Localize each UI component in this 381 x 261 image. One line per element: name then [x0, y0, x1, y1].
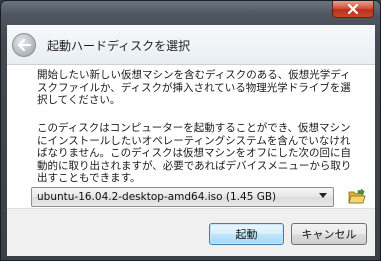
start-button[interactable]: 起動 — [209, 223, 284, 245]
dialog-content: 開始したい新しい仮想マシンを含むディスクのある、仮想光学ディスクファイルか、ディ… — [7, 65, 375, 208]
disk-select-value: ubuntu-16.04.2-desktop-amd64.iso (1.45 G… — [37, 191, 277, 203]
close-button[interactable] — [332, 1, 374, 18]
back-arrow-icon — [17, 39, 31, 51]
choose-disk-file-button[interactable] — [348, 188, 366, 206]
info-text: このディスクはコンピューターを起動することができ、仮想マシンにインストールしたい… — [37, 122, 352, 184]
cancel-button[interactable]: キャンセル — [291, 223, 367, 245]
dialog-title: 起動ハードディスクを選択 — [47, 39, 191, 53]
disk-select[interactable]: ubuntu-16.04.2-desktop-amd64.iso (1.45 G… — [31, 187, 334, 207]
back-button[interactable] — [12, 33, 36, 57]
close-icon — [347, 4, 359, 14]
instruction-text: 開始したい新しい仮想マシンを含むディスクのある、仮想光学ディスクファイルか、ディ… — [37, 69, 351, 106]
dropdown-arrow-icon — [319, 193, 327, 198]
dialog-window: 起動ハードディスクを選択 開始したい新しい仮想マシンを含むディスクのある、仮想光… — [0, 0, 381, 261]
dialog-footer: 起動 キャンセル — [7, 208, 375, 256]
dialog-header: 起動ハードディスクを選択 — [7, 25, 375, 65]
folder-open-icon — [348, 188, 366, 204]
